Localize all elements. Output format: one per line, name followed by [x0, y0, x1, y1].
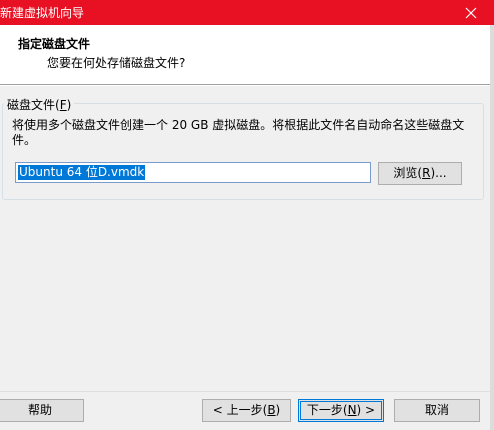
next-button[interactable]: 下一步(N) >	[298, 399, 384, 422]
header-divider-highlight	[0, 85, 494, 86]
page-subtitle: 您要在何处存储磁盘文件?	[47, 56, 186, 70]
window-right-edge	[490, 25, 494, 430]
window-title: 新建虚拟机向导	[0, 6, 85, 20]
back-button[interactable]: < 上一步(B)	[202, 399, 291, 422]
cancel-button[interactable]: 取消	[394, 399, 480, 422]
disk-file-name-input[interactable]: Ubuntu 64 位D.vmdk	[15, 162, 371, 183]
disk-file-group-label: 磁盘文件(F)	[4, 96, 75, 113]
new-vm-wizard-dialog: 新建虚拟机向导 指定磁盘文件 您要在何处存储磁盘文件? 磁盘文件(F) 将使用多…	[0, 0, 494, 430]
disk-file-description: 将使用多个磁盘文件创建一个 20 GB 虚拟磁盘。将根据此文件名自动命名这些磁盘…	[12, 118, 465, 147]
close-icon	[465, 7, 477, 19]
wizard-header: 指定磁盘文件 您要在何处存储磁盘文件?	[0, 25, 491, 84]
disk-file-name-selected-text: Ubuntu 64 位D.vmdk	[18, 165, 146, 180]
browse-button[interactable]: 浏览(R)...	[378, 162, 462, 185]
footer-divider	[0, 391, 490, 392]
close-button[interactable]	[448, 0, 494, 25]
help-button[interactable]: 帮助	[0, 399, 84, 422]
next-button-focus-ring	[300, 401, 382, 420]
page-title: 指定磁盘文件	[18, 37, 91, 51]
title-bar[interactable]: 新建虚拟机向导	[0, 0, 494, 25]
